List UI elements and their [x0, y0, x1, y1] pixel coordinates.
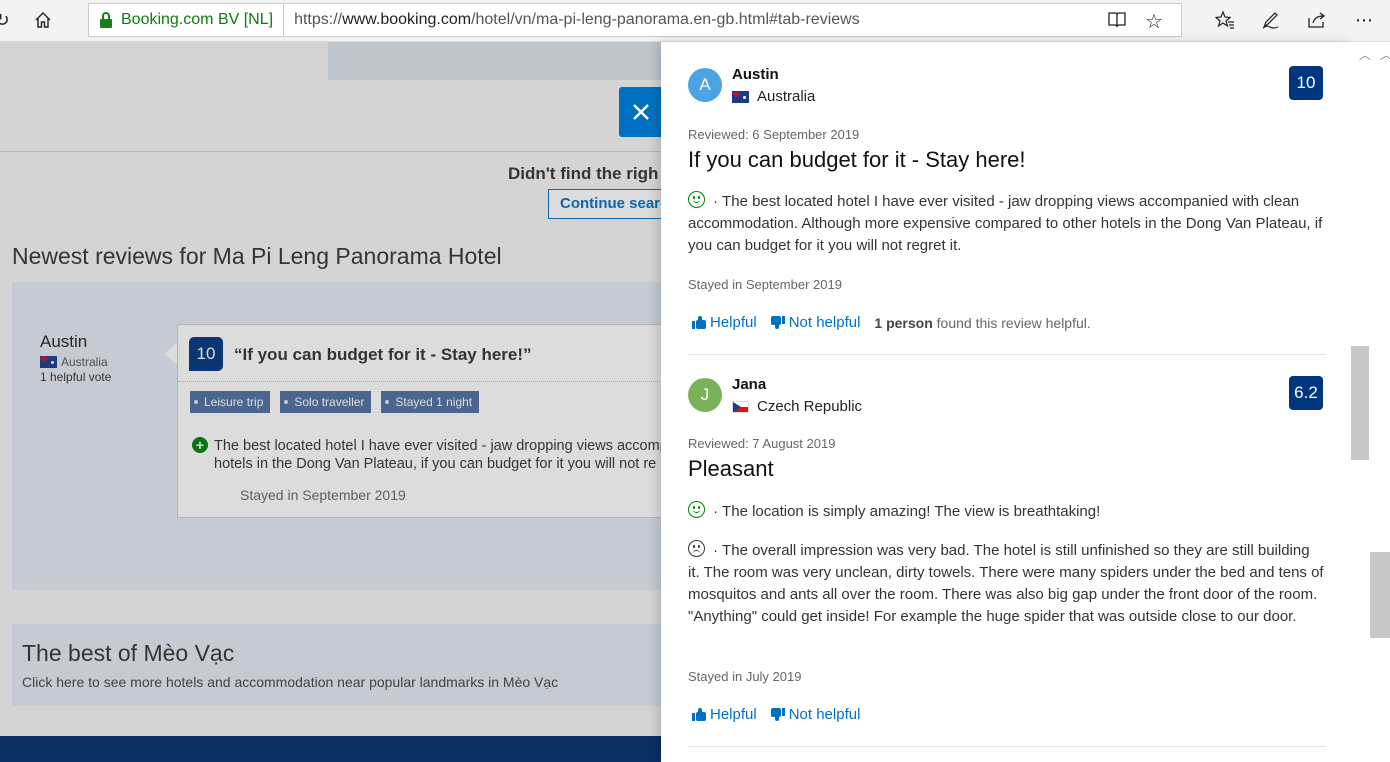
- home-icon[interactable]: [31, 8, 55, 32]
- review-title: Pleasant: [688, 456, 774, 481]
- reviewer-country: Czech Republic: [732, 398, 862, 415]
- best-of-section[interactable]: The best of Mèo Vạc Click here to see mo…: [12, 624, 661, 706]
- top-block: [328, 42, 661, 80]
- scroll-thumb[interactable]: [1370, 552, 1390, 638]
- score-badge: 10: [1289, 66, 1323, 100]
- not-helpful-button[interactable]: Not helpful: [770, 706, 860, 723]
- best-of-heading: The best of Mèo Vạc: [22, 640, 235, 666]
- reading-view-icon[interactable]: [1107, 10, 1129, 32]
- divider: [0, 151, 661, 152]
- thumbs-up-icon: [692, 708, 706, 721]
- lock-icon: [99, 12, 113, 28]
- scroll-up-icon[interactable]: ︿: [1380, 46, 1390, 63]
- review-actions: Helpful Not helpful: [692, 706, 874, 723]
- not-helpful-button[interactable]: Not helpful: [770, 314, 860, 331]
- avatar: J: [688, 378, 722, 412]
- score-badge: 10: [189, 337, 223, 371]
- scroll-up-icon[interactable]: ︿: [1359, 46, 1371, 63]
- review-card: 10 “If you can budget for it - Stay here…: [177, 324, 661, 518]
- card-pointer: [164, 342, 178, 366]
- review-item: A Austin Australia 10 Reviewed: 6 Septem…: [688, 66, 1326, 368]
- smile-icon: [688, 191, 705, 208]
- avatar: A: [688, 68, 722, 102]
- reviews-panel: A Austin Australia 10 Reviewed: 6 Septem…: [661, 42, 1351, 762]
- positive-text: · The best located hotel I have ever vis…: [688, 191, 1323, 254]
- best-of-text: Click here to see more hotels and accomm…: [22, 674, 559, 690]
- czech-flag-icon: [732, 400, 749, 413]
- address-bar[interactable]: Booking.com BV [NL] https://www.booking.…: [88, 3, 1182, 37]
- helpful-count: 1 person found this review helpful.: [874, 314, 1091, 331]
- tag-leisure-trip: Leisure trip: [190, 391, 271, 413]
- stayed-date: Stayed in September 2019: [688, 277, 842, 292]
- pen-icon[interactable]: [1259, 8, 1283, 32]
- review-item: J Jana Czech Republic 6.2 Reviewed: 7 Au…: [688, 376, 1326, 762]
- newest-reviews-heading: Newest reviews for Ma Pi Leng Panorama H…: [12, 243, 502, 269]
- reviewer-name: Jana: [732, 376, 767, 393]
- didnt-find-heading: Didn't find the righ: [508, 164, 659, 183]
- plus-icon: +: [192, 437, 208, 453]
- helpful-button[interactable]: Helpful: [692, 314, 757, 331]
- review-title: “If you can budget for it - Stay here!”: [234, 345, 532, 364]
- stayed-date: Stayed in September 2019: [240, 487, 406, 503]
- refresh-icon[interactable]: ↻: [0, 8, 14, 32]
- helpful-button[interactable]: Helpful: [692, 706, 757, 723]
- review-title: If you can budget for it - Stay here!: [688, 147, 1026, 172]
- reviewer-country: Australia: [40, 355, 108, 369]
- australia-flag-icon: [40, 356, 57, 368]
- reviewer-name: Austin: [40, 332, 88, 351]
- reviewer-country: Australia: [732, 88, 815, 105]
- review-divider: [688, 746, 1326, 747]
- australia-flag-icon: [732, 90, 749, 103]
- panel-scrollbar[interactable]: ︿ ︿: [1351, 42, 1390, 762]
- tag-solo-traveller: Solo traveller: [280, 391, 372, 413]
- smile-icon: [688, 501, 705, 518]
- browser-toolbar: ↻ Booking.com BV [NL] https://www.bookin…: [0, 0, 1390, 42]
- continue-search-button[interactable]: Continue searc: [548, 189, 661, 219]
- positive-text: The best located hotel I have ever visit…: [214, 438, 661, 472]
- frown-icon: [688, 540, 705, 557]
- close-icon[interactable]: [619, 87, 663, 137]
- background-page: Didn't find the righ Continue searc Newe…: [0, 42, 661, 762]
- reviewer-votes: 1 helpful vote: [40, 370, 112, 384]
- url-text[interactable]: https://www.booking.com/hotel/vn/ma-pi-l…: [284, 11, 860, 29]
- thumbs-down-icon: [770, 316, 785, 329]
- review-tags: Leisure trip Solo traveller Stayed 1 nig…: [190, 391, 480, 413]
- share-icon[interactable]: [1305, 8, 1329, 32]
- site-identity[interactable]: Booking.com BV [NL]: [121, 3, 285, 37]
- favorites-list-icon[interactable]: [1213, 8, 1237, 32]
- thumbs-down-icon: [770, 708, 785, 721]
- review-date: Reviewed: 7 August 2019: [688, 436, 836, 451]
- positive-text: · The location is simply amazing! The vi…: [688, 501, 1324, 523]
- card-separator: [178, 381, 661, 382]
- more-icon[interactable]: ⋯: [1352, 8, 1376, 32]
- stayed-date: Stayed in July 2019: [688, 669, 802, 684]
- favorite-star-icon[interactable]: ☆: [1145, 9, 1167, 33]
- scroll-thumb[interactable]: [1351, 346, 1369, 460]
- footer-strip: [0, 736, 661, 762]
- review-date: Reviewed: 6 September 2019: [688, 127, 860, 142]
- reviewer-name: Austin: [732, 66, 779, 83]
- thumbs-up-icon: [692, 316, 706, 329]
- tag-stayed-nights: Stayed 1 night: [381, 391, 480, 413]
- score-badge: 6.2: [1289, 376, 1323, 410]
- negative-text: · The overall impression was very bad. T…: [688, 540, 1324, 625]
- review-divider: [688, 354, 1326, 355]
- review-actions: Helpful Not helpful 1 person found this …: [692, 314, 1091, 331]
